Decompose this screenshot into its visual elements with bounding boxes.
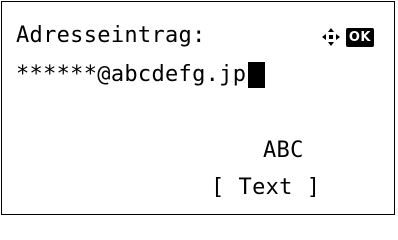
softkey-label: Text [238, 175, 293, 200]
text-cursor [248, 62, 266, 88]
address-entry-field[interactable]: ******@abcdefg.jp [16, 62, 266, 88]
lcd-screen: Adresseintrag: OK ******@abcdefg.jp ABC … [1, 1, 395, 215]
screen-title: Adresseintrag: [16, 23, 206, 48]
ok-key-icon: OK [345, 27, 374, 47]
softkey-close-bracket: ] [306, 175, 321, 200]
nav-ok-indicator: OK [320, 26, 374, 48]
softkey-text-button[interactable]: [ Text ] [211, 175, 320, 201]
address-entry-value: ******@abcdefg.jp [16, 62, 247, 87]
softkey-open-bracket: [ [211, 175, 225, 200]
four-way-navigation-icon [321, 28, 340, 46]
input-mode-indicator: ABC [263, 138, 304, 163]
